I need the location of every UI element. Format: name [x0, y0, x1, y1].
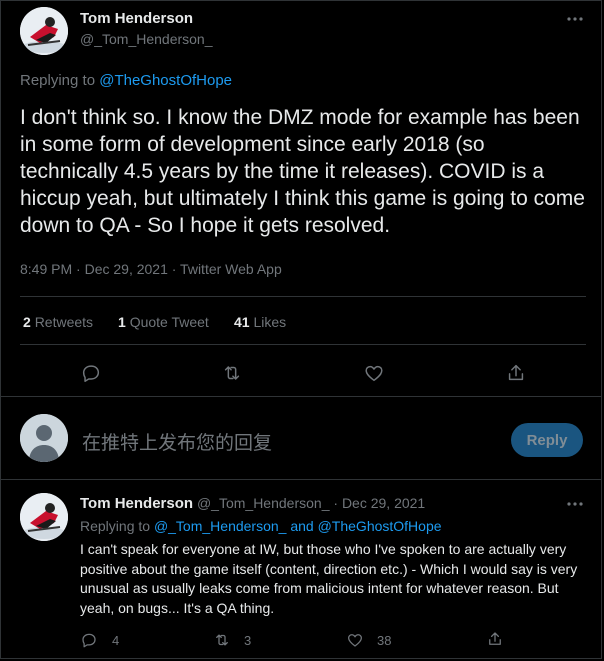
- retweets-stat[interactable]: 2 Retweets: [23, 314, 93, 330]
- replying-to-link[interactable]: @TheGhostOfHope: [99, 72, 232, 89]
- likes-count: 41: [234, 314, 250, 330]
- retweet-icon[interactable]: [213, 631, 231, 649]
- reply-author-avatar[interactable]: [20, 493, 68, 541]
- reply-separator: ·: [333, 495, 339, 511]
- reply-replying-label: Replying to: [80, 518, 151, 534]
- reply-input[interactable]: 在推特上发布您的回复: [82, 428, 272, 455]
- author-avatar[interactable]: [20, 7, 68, 55]
- reply-header: Tom Henderson @_Tom_Henderson_ · Dec 29,…: [80, 495, 425, 512]
- author-name[interactable]: Tom Henderson: [80, 10, 193, 27]
- reply-date[interactable]: Dec 29, 2021: [342, 495, 425, 511]
- share-icon[interactable]: [505, 362, 527, 384]
- reply-text: I can't speak for everyone at IW, but th…: [80, 541, 578, 616]
- divider: [0, 479, 602, 480]
- reply-author-name[interactable]: Tom Henderson: [80, 495, 193, 512]
- reply-replying-to: Replying to @_Tom_Henderson_ and @TheGho…: [80, 518, 442, 534]
- more-icon[interactable]: [565, 494, 585, 514]
- more-icon[interactable]: [565, 9, 585, 29]
- reply-replies-count: 4: [112, 633, 120, 648]
- tweet-timestamp[interactable]: 8:49 PM · Dec 29, 2021 · Twitter Web App: [20, 261, 282, 277]
- reply-retweets-count: 3: [244, 633, 252, 648]
- reply-replying-link-2[interactable]: @TheGhostOfHope: [318, 518, 442, 534]
- replying-to-line: Replying to @TheGhostOfHope: [20, 72, 232, 89]
- retweet-icon[interactable]: [221, 362, 243, 384]
- quotes-count: 1: [118, 314, 126, 330]
- quotes-label: Quote Tweet: [129, 314, 209, 330]
- divider: [20, 344, 586, 345]
- share-icon[interactable]: [486, 630, 504, 648]
- likes-label: Likes: [253, 314, 287, 330]
- reply-author-handle[interactable]: @_Tom_Henderson_: [197, 495, 330, 511]
- likes-stat[interactable]: 41 Likes: [234, 314, 286, 330]
- reply-replying-and: and: [290, 518, 314, 534]
- tweet-text: I don't think so. I know the DMZ mode fo…: [20, 106, 585, 237]
- like-icon[interactable]: [363, 362, 385, 384]
- reply-replying-link-1[interactable]: @_Tom_Henderson_: [154, 518, 287, 534]
- like-icon[interactable]: [346, 631, 364, 649]
- replying-to-label: Replying to: [20, 72, 96, 89]
- divider: [20, 296, 586, 297]
- reply-button[interactable]: Reply: [511, 423, 583, 457]
- reply-icon[interactable]: [80, 362, 102, 384]
- reply-icon[interactable]: [80, 631, 98, 649]
- reply-likes-count: 38: [377, 633, 392, 648]
- default-avatar-icon: [20, 414, 68, 462]
- quotes-stat[interactable]: 1 Quote Tweet: [118, 314, 209, 330]
- retweets-count: 2: [23, 314, 31, 330]
- retweets-label: Retweets: [34, 314, 94, 330]
- divider: [0, 396, 602, 397]
- author-handle[interactable]: @_Tom_Henderson_: [80, 31, 213, 47]
